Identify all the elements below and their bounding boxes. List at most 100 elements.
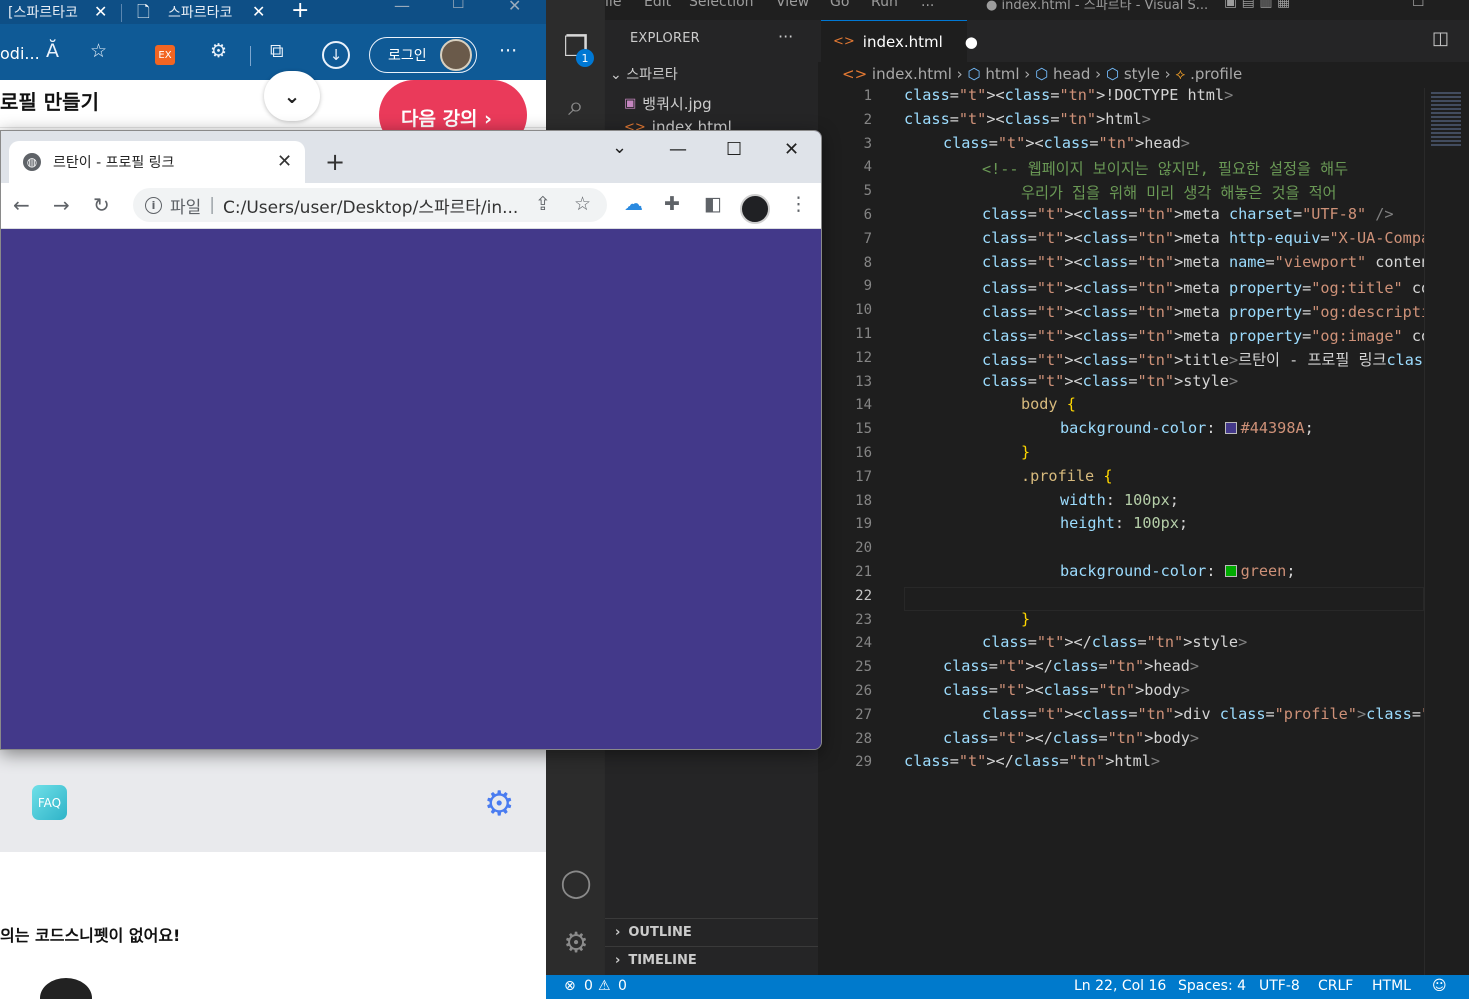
feedback-icon[interactable]: ☺ xyxy=(1432,978,1447,994)
code-line[interactable]: class="t"><class="tn">style> xyxy=(982,372,1238,390)
maximize-icon[interactable]: ☐ xyxy=(726,139,742,160)
read-aloud-icon[interactable]: Ă xyxy=(46,40,59,62)
split-editor-icon[interactable]: ◫ xyxy=(1432,28,1449,49)
error-icon[interactable]: ⊗ xyxy=(564,978,576,994)
site-info-icon[interactable]: i xyxy=(145,196,162,214)
warning-count[interactable]: 0 xyxy=(618,978,627,994)
breadcrumb-profile[interactable]: .profile xyxy=(1190,65,1242,83)
breadcrumb-style[interactable]: style xyxy=(1124,65,1160,83)
code-line[interactable]: body { xyxy=(1021,395,1076,413)
minimize-icon[interactable]: — xyxy=(394,0,410,15)
address-url[interactable]: C:/Users/user/Desktop/스파르타/in... xyxy=(223,193,518,218)
edge-tab-1[interactable]: [스파르타코 xyxy=(8,0,78,24)
layout-icons[interactable]: ▣ ▤ ▥ ▦ xyxy=(1224,0,1290,10)
language-mode[interactable]: HTML xyxy=(1372,978,1411,994)
menu-go[interactable]: Go xyxy=(830,0,849,10)
edge-tab-2[interactable]: 스파르타코 xyxy=(168,0,232,24)
code-line[interactable]: class="t"><class="tn">head> xyxy=(943,134,1190,152)
edge-address-fragment[interactable]: odi... xyxy=(0,44,40,63)
explorer-more-button[interactable]: ··· xyxy=(778,27,793,46)
tab-search-chevron-icon[interactable]: ⌄ xyxy=(612,137,627,158)
menu-view[interactable]: View xyxy=(776,0,809,10)
share-icon[interactable]: ⇪ xyxy=(535,193,551,215)
menu-selection[interactable]: Selection xyxy=(689,0,754,10)
code-line[interactable]: class="t"><class="tn">meta charset="UTF-… xyxy=(982,205,1394,223)
back-icon[interactable]: ← xyxy=(13,193,30,217)
edge-tab-1-close-icon[interactable]: ✕ xyxy=(94,2,107,21)
code-line[interactable]: class="t"><class="tn">meta http-equiv="X… xyxy=(982,229,1469,247)
search-icon[interactable]: ⌕ xyxy=(560,89,592,122)
code-line[interactable]: 우리가 집을 위해 미리 생각 해놓은 것을 적어 xyxy=(1021,181,1337,203)
avatar[interactable] xyxy=(740,194,770,224)
chrome-new-tab-button[interactable]: + xyxy=(325,148,345,176)
code-line[interactable]: <!-- 웹페이지 보이지는 않지만, 필요한 설정을 해두 xyxy=(982,157,1348,179)
breadcrumb-html[interactable]: html xyxy=(985,65,1019,83)
code-line[interactable]: class="t"><class="tn">meta name="viewpor… xyxy=(982,253,1469,271)
code-line[interactable]: .profile { xyxy=(1021,467,1112,485)
code-line[interactable]: class="t"><class="tn">body> xyxy=(943,681,1190,699)
menu-kebab-icon[interactable]: ⋮ xyxy=(789,193,808,215)
error-count[interactable]: 0 xyxy=(584,978,593,994)
code-line[interactable]: class="t"><class="tn">html> xyxy=(904,110,1151,128)
puzzle-icon[interactable]: ⚙ xyxy=(210,40,227,62)
forward-icon[interactable]: → xyxy=(53,193,70,217)
code-line[interactable]: width: 100px; xyxy=(1060,491,1179,509)
close-icon[interactable]: ✕ xyxy=(508,0,521,15)
warning-icon[interactable]: ⚠ xyxy=(598,978,611,994)
file-row-image[interactable]: ▣ 뱅쿼시.jpg xyxy=(624,93,712,114)
breadcrumb-file[interactable]: index.html xyxy=(872,65,952,83)
minimize-icon[interactable]: — xyxy=(669,139,687,160)
code-line[interactable]: class="t"><class="tn">meta property="og:… xyxy=(982,324,1469,346)
cursor-position[interactable]: Ln 22, Col 16 xyxy=(1074,978,1166,994)
menu-edit[interactable]: Edit xyxy=(644,0,671,10)
timeline-section[interactable]: › TIMELINE xyxy=(605,946,818,974)
code-line[interactable]: } xyxy=(1021,610,1030,628)
code-line[interactable]: class="t"><class="tn">div class="profile… xyxy=(982,705,1469,723)
breadcrumb-head[interactable]: head xyxy=(1053,65,1090,83)
code-line[interactable]: class="t"><class="tn">meta property="og:… xyxy=(982,276,1469,298)
code-line[interactable]: class="t"></class="tn">head> xyxy=(943,657,1199,675)
chrome-tab-active[interactable]: ◍ 르탄이 - 프로필 링크 xyxy=(9,141,305,183)
collections-icon[interactable]: ⧉ xyxy=(270,40,284,62)
code-line[interactable]: class="t"><class="tn">meta property="og:… xyxy=(982,300,1469,322)
minimap[interactable] xyxy=(1424,88,1469,975)
avatar[interactable] xyxy=(440,39,472,71)
gear-icon[interactable]: ⚙ xyxy=(484,784,514,824)
code-line[interactable]: } xyxy=(1021,443,1030,461)
encoding[interactable]: UTF-8 xyxy=(1259,978,1300,994)
code-line[interactable]: class="t"></class="tn">body> xyxy=(943,729,1199,747)
extensions-puzzle-icon[interactable]: ✚ xyxy=(664,193,680,215)
favorite-add-icon[interactable]: ☆ xyxy=(90,40,107,62)
code-line[interactable]: height: 100px; xyxy=(1060,514,1188,532)
side-panel-icon[interactable]: ◧ xyxy=(704,193,722,215)
edge-new-tab-button[interactable]: + xyxy=(291,0,309,23)
code-line[interactable]: class="t"></class="tn">html> xyxy=(904,752,1160,770)
indentation[interactable]: Spaces: 4 xyxy=(1178,978,1246,994)
code-line[interactable]: background-color: #44398A; xyxy=(1060,419,1314,437)
tab-index-html[interactable]: <> index.html ● xyxy=(821,20,978,62)
code-line[interactable]: background-color: green; xyxy=(1060,562,1295,580)
maximize-icon[interactable]: ☐ xyxy=(452,0,465,12)
reload-icon[interactable]: ↻ xyxy=(93,193,110,217)
settings-gear-icon[interactable]: ⚙ xyxy=(560,926,592,959)
code-line[interactable]: class="t"></class="tn">style> xyxy=(982,633,1247,651)
menu-run[interactable]: Run xyxy=(871,0,898,10)
menu-more[interactable]: ... xyxy=(921,0,934,10)
faq-button[interactable]: FAQ xyxy=(32,785,67,820)
more-icon[interactable]: ··· xyxy=(499,40,517,62)
close-icon[interactable]: ✕ xyxy=(784,139,799,160)
page-content-body[interactable] xyxy=(1,229,821,749)
chrome-tab-close-icon[interactable]: ✕ xyxy=(277,151,292,172)
extension-icon[interactable]: EX xyxy=(155,45,175,65)
modified-dot-icon[interactable]: ● xyxy=(965,33,978,51)
outline-section[interactable]: › OUTLINE xyxy=(605,918,818,946)
chevron-down-button[interactable]: ⌄ xyxy=(264,71,320,121)
code-line[interactable]: class="t"><class="tn">!DOCTYPE html> xyxy=(904,86,1233,104)
folder-row[interactable]: ⌄ 스파르타 xyxy=(610,64,678,84)
account-icon[interactable]: ◯ xyxy=(560,866,592,899)
restore-icon[interactable]: ☐ xyxy=(1412,0,1425,10)
code-line[interactable]: class="t"><class="tn">title>르탄이 - 프로필 링크… xyxy=(982,348,1469,370)
cloud-icon[interactable]: ☁ xyxy=(624,193,643,215)
download-icon[interactable]: ↓ xyxy=(322,41,350,69)
edge-tab-2-close-icon[interactable]: ✕ xyxy=(252,2,265,21)
